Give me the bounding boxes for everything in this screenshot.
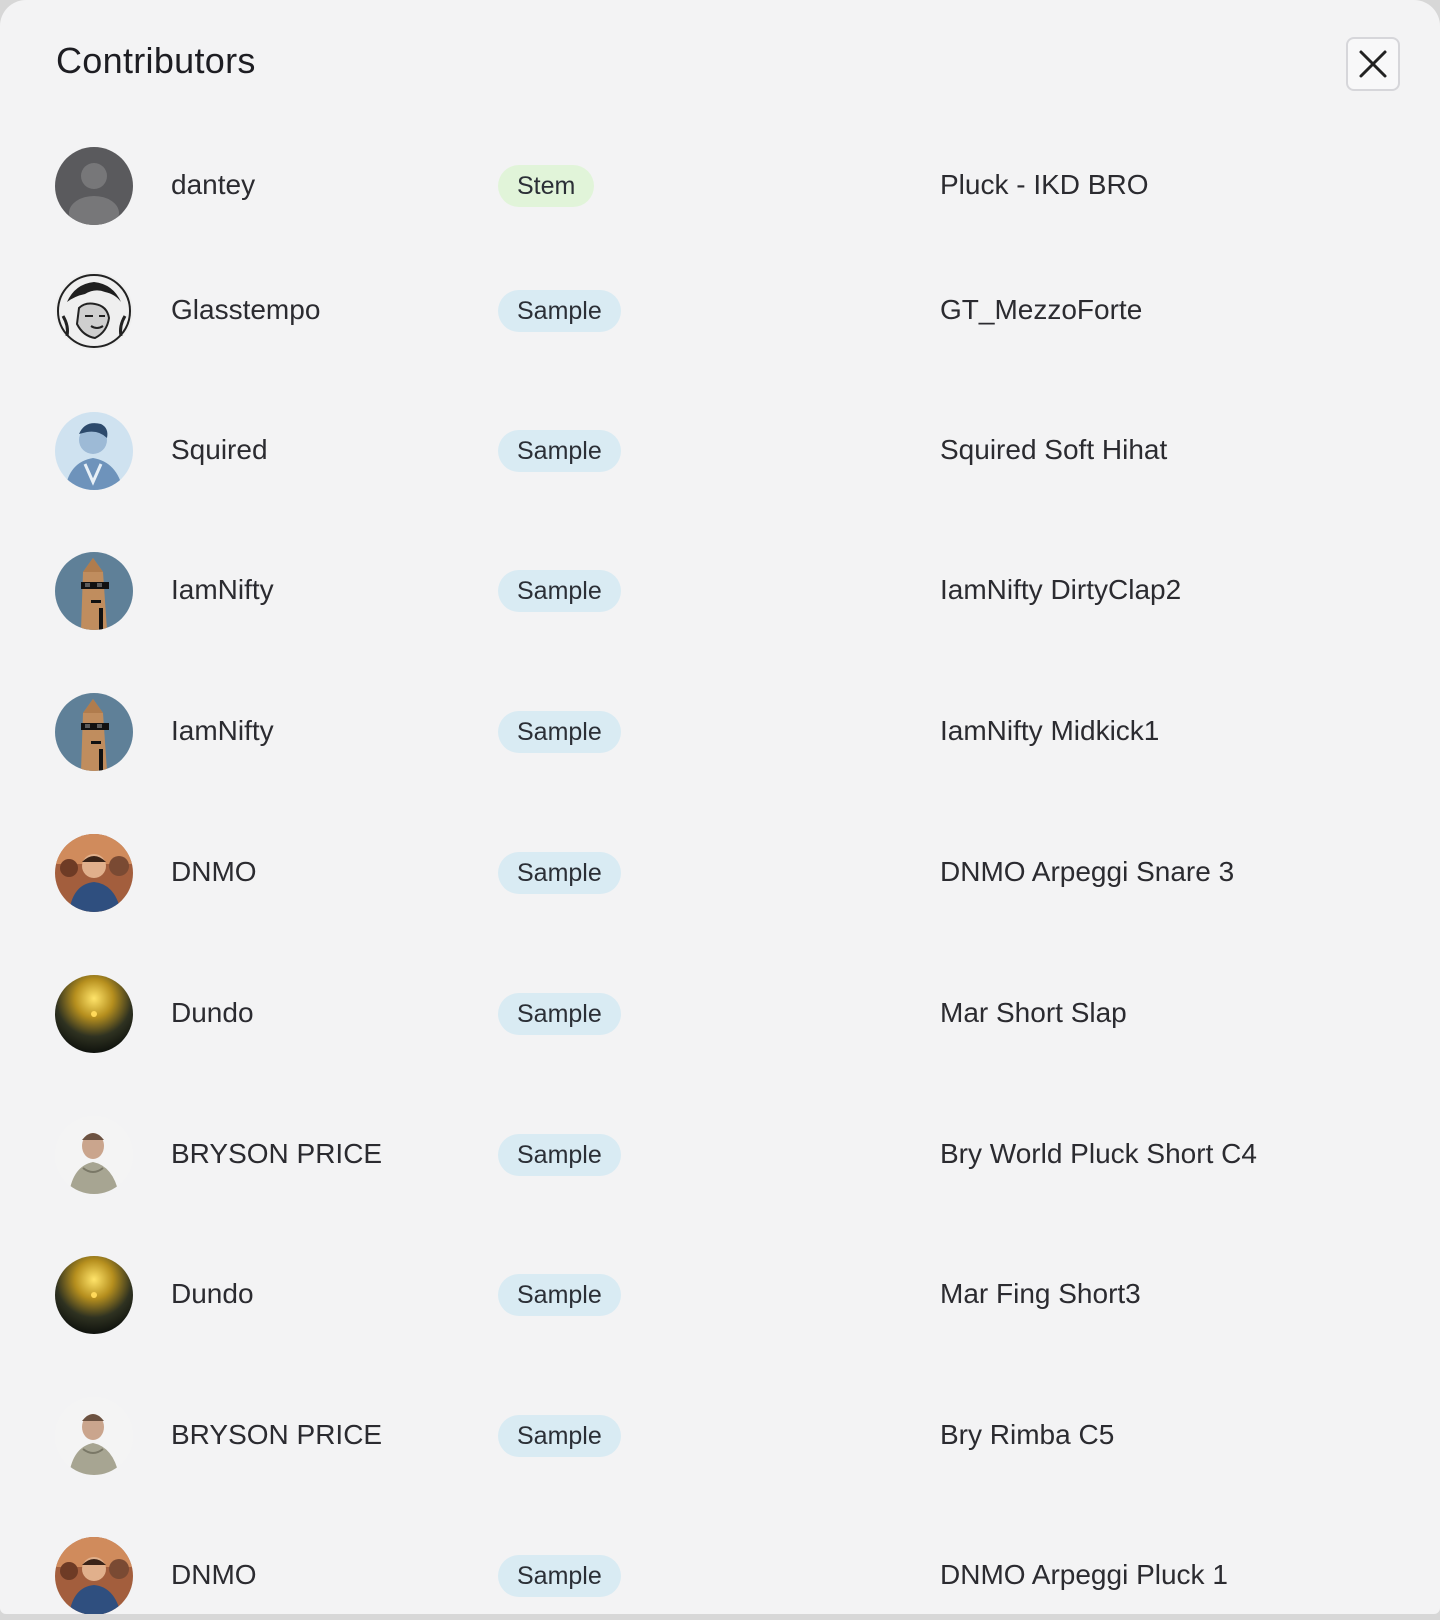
contributor-row: dantey Stem Pluck - IKD BRO bbox=[0, 147, 1440, 227]
contributor-name[interactable]: DNMO bbox=[171, 1559, 257, 1591]
track-name[interactable]: Pluck - IKD BRO bbox=[940, 169, 1148, 201]
crowd-photo-avatar[interactable] bbox=[55, 834, 133, 912]
contributor-row: Dundo Sample Mar Fing Short3 bbox=[0, 1256, 1440, 1336]
track-name[interactable]: GT_MezzoForte bbox=[940, 294, 1142, 326]
portrait-avatar[interactable] bbox=[55, 412, 133, 490]
contributor-name[interactable]: dantey bbox=[171, 169, 255, 201]
type-badge: Sample bbox=[498, 1555, 621, 1597]
type-badge: Sample bbox=[498, 711, 621, 753]
type-badge: Stem bbox=[498, 165, 595, 207]
contributor-name[interactable]: Dundo bbox=[171, 1278, 254, 1310]
default-user-icon[interactable] bbox=[55, 147, 133, 225]
close-button[interactable] bbox=[1346, 37, 1400, 91]
contributor-row: BRYSON PRICE Sample Bry Rimba C5 bbox=[0, 1397, 1440, 1477]
orb-avatar[interactable] bbox=[55, 1256, 133, 1334]
crowd-photo-avatar[interactable] bbox=[55, 1537, 133, 1614]
contributor-name[interactable]: BRYSON PRICE bbox=[171, 1419, 382, 1451]
track-name[interactable]: DNMO Arpeggi Pluck 1 bbox=[940, 1559, 1228, 1591]
contributor-name[interactable]: BRYSON PRICE bbox=[171, 1138, 382, 1170]
type-badge: Sample bbox=[498, 852, 621, 894]
type-badge: Sample bbox=[498, 1415, 621, 1457]
statue-avatar[interactable] bbox=[55, 272, 133, 350]
track-name[interactable]: DNMO Arpeggi Snare 3 bbox=[940, 856, 1234, 888]
person-photo-avatar[interactable] bbox=[55, 1116, 133, 1194]
person-photo-avatar[interactable] bbox=[55, 1397, 133, 1475]
contributor-row: IamNifty Sample IamNifty DirtyClap2 bbox=[0, 552, 1440, 632]
contributor-row: BRYSON PRICE Sample Bry World Pluck Shor… bbox=[0, 1116, 1440, 1196]
pixel-punk-avatar[interactable] bbox=[55, 693, 133, 771]
contributor-name[interactable]: DNMO bbox=[171, 856, 257, 888]
contributor-row: Dundo Sample Mar Short Slap bbox=[0, 975, 1440, 1055]
contributors-modal: Contributors dantey Stem Pluck - IKD BRO bbox=[0, 0, 1440, 1614]
type-badge: Sample bbox=[498, 430, 621, 472]
track-name[interactable]: IamNifty DirtyClap2 bbox=[940, 574, 1181, 606]
contributor-name[interactable]: Squired bbox=[171, 434, 268, 466]
track-name[interactable]: Squired Soft Hihat bbox=[940, 434, 1167, 466]
type-badge: Sample bbox=[498, 570, 621, 612]
type-badge: Sample bbox=[498, 1134, 621, 1176]
close-icon bbox=[1359, 50, 1387, 78]
type-badge: Sample bbox=[498, 993, 621, 1035]
modal-title: Contributors bbox=[56, 40, 256, 81]
contributor-name[interactable]: IamNifty bbox=[171, 715, 274, 747]
contributor-row: DNMO Sample DNMO Arpeggi Pluck 1 bbox=[0, 1537, 1440, 1614]
track-name[interactable]: Bry Rimba C5 bbox=[940, 1419, 1114, 1451]
contributor-name[interactable]: Dundo bbox=[171, 997, 254, 1029]
type-badge: Sample bbox=[498, 290, 621, 332]
track-name[interactable]: Bry World Pluck Short C4 bbox=[940, 1138, 1257, 1170]
type-badge: Sample bbox=[498, 1274, 621, 1316]
orb-avatar[interactable] bbox=[55, 975, 133, 1053]
contributor-row: IamNifty Sample IamNifty Midkick1 bbox=[0, 693, 1440, 773]
track-name[interactable]: IamNifty Midkick1 bbox=[940, 715, 1159, 747]
track-name[interactable]: Mar Short Slap bbox=[940, 997, 1127, 1029]
contributor-row: Glasstempo Sample GT_MezzoForte bbox=[0, 272, 1440, 352]
contributor-row: DNMO Sample DNMO Arpeggi Snare 3 bbox=[0, 834, 1440, 914]
contributor-row: Squired Sample Squired Soft Hihat bbox=[0, 412, 1440, 492]
track-name[interactable]: Mar Fing Short3 bbox=[940, 1278, 1141, 1310]
pixel-punk-avatar[interactable] bbox=[55, 552, 133, 630]
contributor-name[interactable]: Glasstempo bbox=[171, 294, 320, 326]
contributor-name[interactable]: IamNifty bbox=[171, 574, 274, 606]
